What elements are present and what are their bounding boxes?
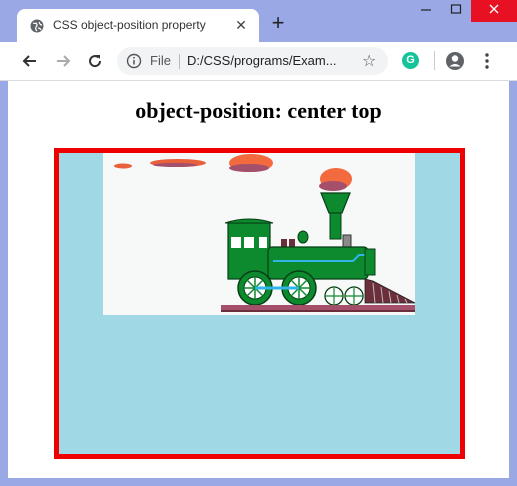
page-viewport: object-position: center top xyxy=(8,81,509,478)
close-window-icon[interactable] xyxy=(471,0,517,22)
browser-toolbar: File D:/CSS/programs/Exam... ☆ xyxy=(0,42,517,81)
browser-window: CSS object-position property ✕ + File D:… xyxy=(0,0,517,486)
tab-strip: CSS object-position property ✕ + xyxy=(0,0,517,42)
profile-avatar-icon[interactable] xyxy=(445,51,465,71)
info-icon[interactable] xyxy=(126,53,142,69)
page-heading: object-position: center top xyxy=(135,98,382,123)
file-scheme-label: File xyxy=(150,53,171,68)
close-tab-icon[interactable]: ✕ xyxy=(233,17,249,33)
omnibox-divider xyxy=(179,54,180,69)
maximize-window-icon[interactable] xyxy=(441,0,471,22)
toolbar-divider xyxy=(434,51,435,70)
minimize-window-icon[interactable] xyxy=(411,0,441,22)
globe-icon xyxy=(30,19,44,33)
more-menu-icon[interactable] xyxy=(480,52,494,70)
tab-title: CSS object-position property xyxy=(53,18,206,32)
forward-arrow-icon[interactable] xyxy=(54,52,72,70)
object-position-demo-box xyxy=(54,148,465,459)
url-text[interactable]: D:/CSS/programs/Exam... xyxy=(187,53,337,68)
bookmark-star-icon[interactable]: ☆ xyxy=(362,51,376,71)
reload-icon[interactable] xyxy=(86,52,104,70)
tab-css-object-position[interactable]: CSS object-position property ✕ xyxy=(17,9,259,42)
back-arrow-icon[interactable] xyxy=(21,52,39,70)
steam-locomotive-icon xyxy=(114,154,416,312)
new-tab-button[interactable]: + xyxy=(268,12,288,34)
address-bar[interactable]: File D:/CSS/programs/Exam... ☆ xyxy=(117,47,388,75)
grammarly-extension-icon[interactable]: G xyxy=(402,52,419,69)
train-image xyxy=(103,153,416,315)
